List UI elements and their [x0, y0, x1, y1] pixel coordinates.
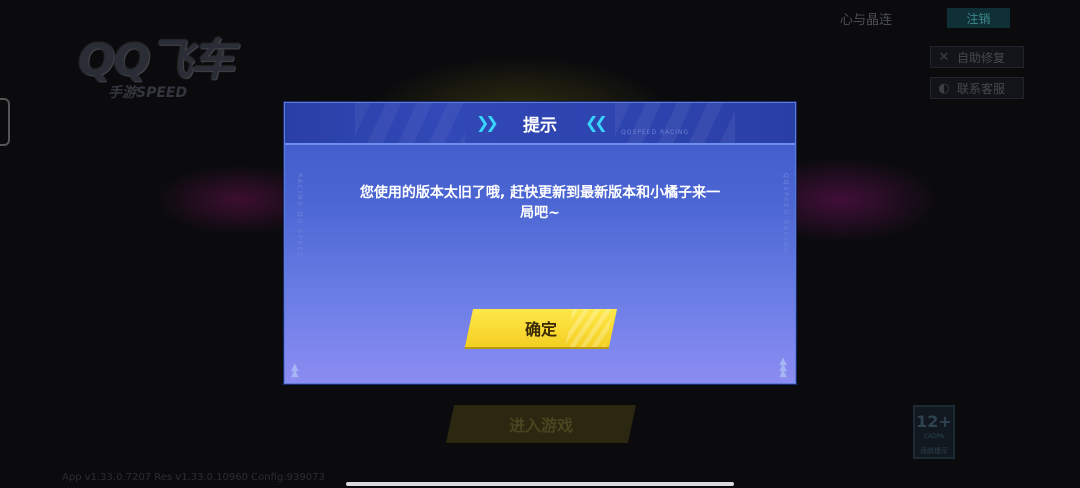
side-decoration-left: RACING QQ SPEED — [296, 173, 303, 259]
logout-button[interactable]: 注销 — [947, 8, 1010, 28]
self-repair-button[interactable]: ✕ 自助修复 — [930, 46, 1024, 68]
home-indicator[interactable] — [346, 482, 734, 486]
age-rating: 12+ — [916, 412, 952, 431]
confirm-button-label: 确定 — [524, 320, 557, 339]
contact-support-label: 联系客服 — [957, 81, 1006, 96]
age-rating-tip: 适龄提示 — [920, 447, 948, 455]
chevron-up-icon: ▲ ▲ — [291, 362, 299, 379]
dialog-message: 您使用的版本太旧了哦, 赶快更新到最新版本和小橘子来一 局吧~ — [325, 183, 755, 223]
logo-text: QQ飞车 — [78, 35, 235, 86]
age-rating-badge: 12+ CADPA 适龄提示 — [913, 405, 955, 459]
dialog-message-line-1: 您使用的版本太旧了哦, 赶快更新到最新版本和小橘子来一 — [359, 185, 721, 201]
header-tag: QQSPEED RACING — [621, 129, 690, 136]
logo-subtext: 手游SPEED — [108, 85, 188, 101]
notice-dialog: ❯❯ ❮❮ 提示 QQSPEED RACING RACING QQ SPEED … — [284, 102, 796, 384]
side-drawer-handle[interactable] — [0, 98, 10, 146]
dialog-message-line-2: 局吧~ — [520, 205, 560, 221]
version-info: App v1.33.0.7207 Res v1.33.0.10960 Confi… — [62, 472, 325, 483]
confirm-button[interactable]: 确定 — [464, 309, 618, 347]
side-decoration-right: QQSPEED RACING — [782, 173, 789, 256]
account-name: 心与晶连 — [840, 13, 893, 28]
dialog-header: ❯❯ ❮❮ 提示 QQSPEED RACING — [285, 103, 795, 145]
headset-icon: ◐ — [938, 80, 950, 96]
dialog-title: 提示 — [523, 115, 557, 136]
age-rating-org: CADPA — [923, 433, 945, 440]
wrench-icon: ✕ — [938, 49, 950, 65]
game-logo: QQ飞车 手游SPEED — [78, 20, 258, 110]
enter-game-button[interactable]: 进入游戏 — [450, 405, 632, 443]
chevron-up-icon: ▲ ▲ ▲ — [779, 356, 787, 379]
self-repair-label: 自助修复 — [957, 50, 1006, 65]
contact-support-button[interactable]: ◐ 联系客服 — [930, 77, 1024, 99]
